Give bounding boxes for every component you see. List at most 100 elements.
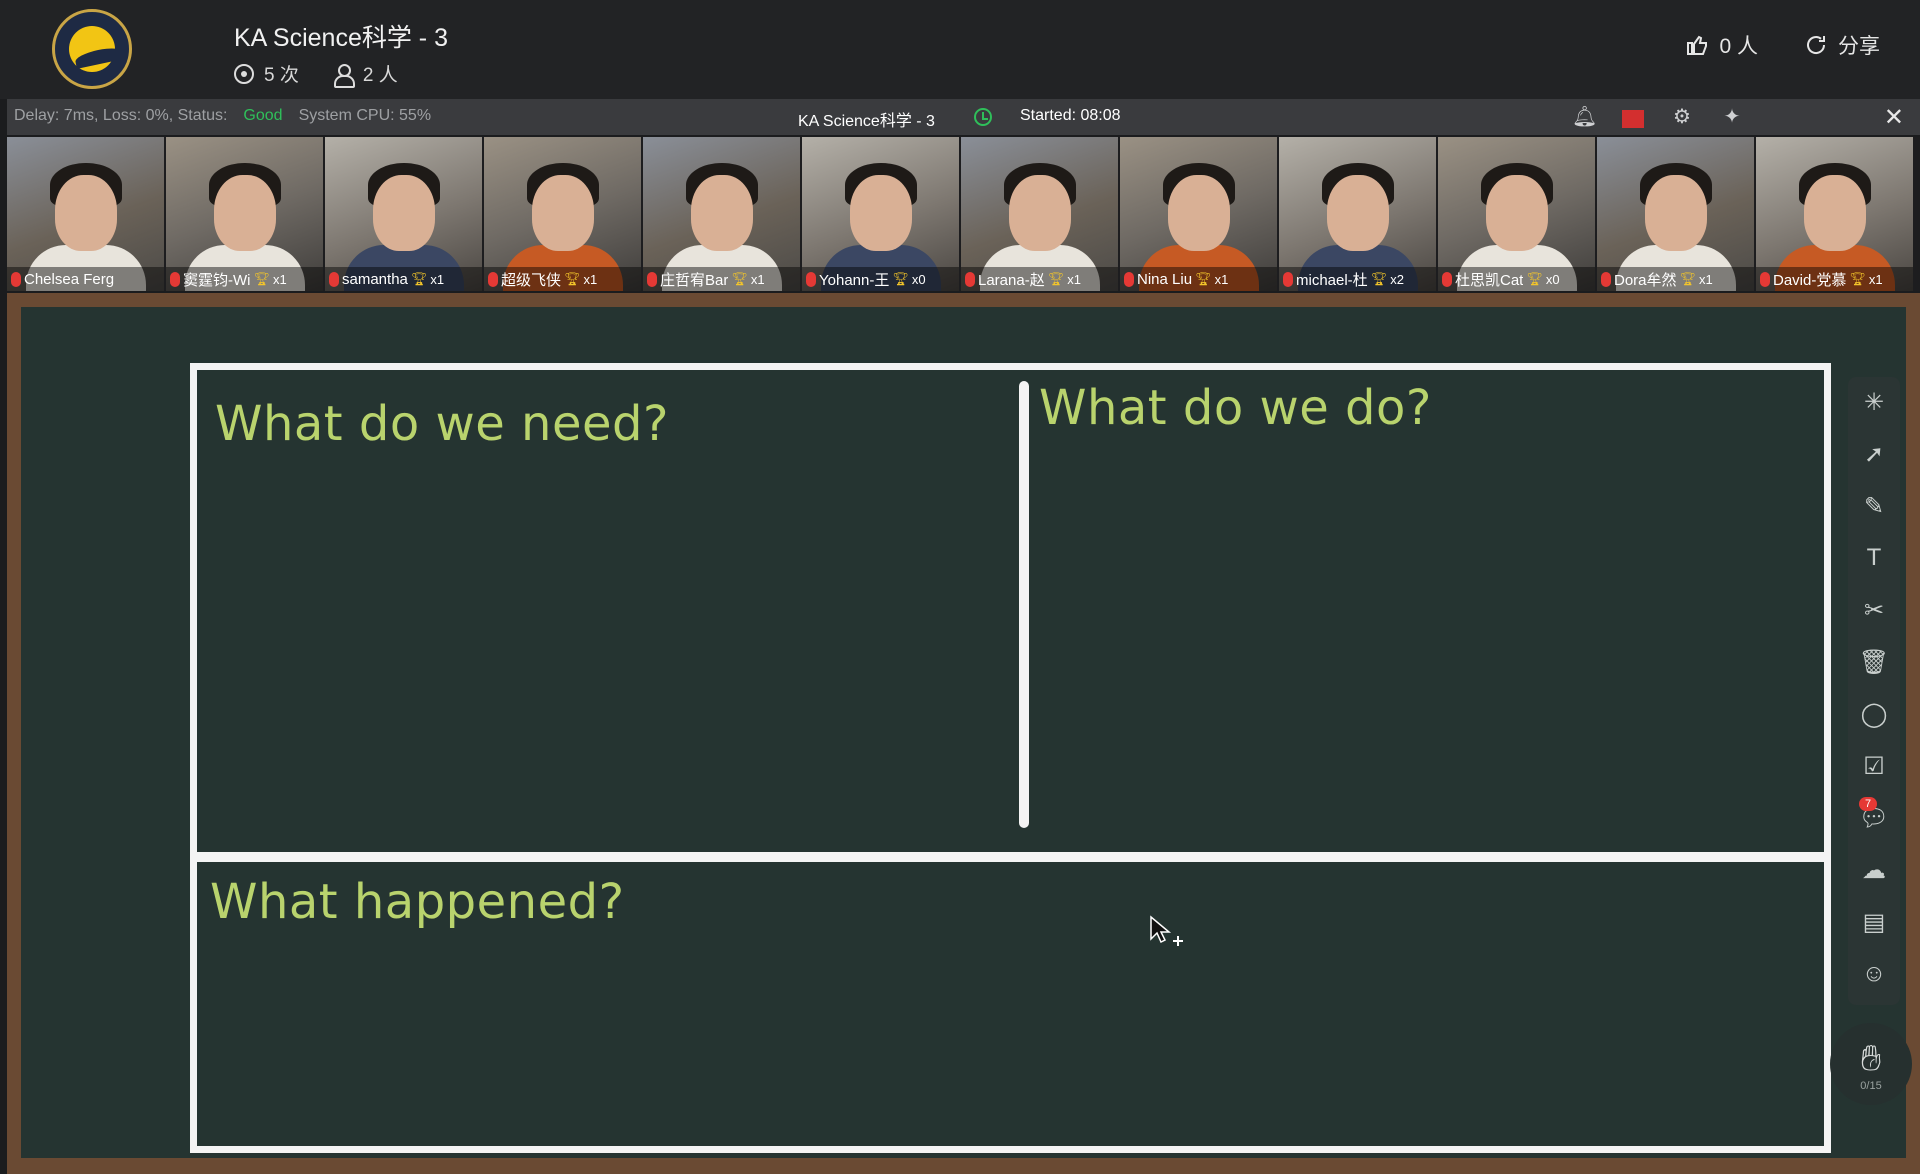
course-stats: 5 次 2 人 [234,60,398,88]
participant-face [213,175,276,251]
mic-icon [806,271,816,287]
question-what-we-do: What do we do? [1039,380,1432,436]
participant-video-tile[interactable]: Dora牟然 🏆︎ x1 [1597,137,1754,291]
participant-face [372,175,435,251]
classroom-status-bar: Delay: 7ms, Loss: 0%, Status: Good Syste… [7,99,1920,135]
delay-text: Delay: 7ms, Loss: 0%, Status: [14,107,228,124]
participant-video-tile[interactable]: Chelsea Ferg [7,137,164,291]
participant-face [1803,175,1866,251]
mic-icon [1760,271,1770,287]
participant-caption: 杜思凯Cat 🏆︎ x0 [1438,267,1595,291]
laser-pointer-icon[interactable]: ✳ [1855,383,1893,421]
select-move-icon[interactable]: ➚ [1855,435,1893,473]
trophy-count: x1 [273,271,287,287]
participant-face [1485,175,1548,251]
participant-video-tile[interactable]: samantha 🏆︎ x1 [325,137,482,291]
move-cursor-icon [1150,915,1183,946]
participant-video-tile[interactable]: Yohann-王 🏆︎ x0 [802,137,959,291]
mic-icon [1601,271,1611,287]
mic-icon [965,271,975,287]
quiz-icon[interactable]: ☑ [1855,747,1893,785]
close-icon[interactable]: ✕ [1884,103,1904,132]
window-controls: 🔔︎ ⚙ ✦ [1572,105,1744,129]
status-good: Good [243,107,283,124]
course-title: KA Science科学 - 3 [234,24,448,52]
participant-caption: Chelsea Ferg [7,267,164,291]
participant-face [1008,175,1071,251]
participant-caption: michael-杜 🏆︎ x2 [1279,267,1436,291]
participant-name: 庄哲宥Bar [660,271,729,289]
participant-caption: Nina Liu 🏆︎ x1 [1120,267,1277,291]
share-icon [1807,36,1826,54]
trophy-icon: 🏆︎ [1526,271,1543,286]
participant-video-tile[interactable]: Larana-赵 🏆︎ x1 [961,137,1118,291]
participant-name: 超级飞侠 [501,271,562,289]
school-logo [52,9,132,89]
like-button[interactable]: 0 人 [1685,30,1758,60]
participant-name: Nina Liu [1137,270,1193,288]
cloud-icon[interactable]: ☁ [1855,851,1893,889]
participant-video-tile[interactable]: 庄哲宥Bar 🏆︎ x1 [643,137,800,291]
worksheet-frame: What do we need? What do we do? What hap… [190,363,1831,1153]
scissors-icon[interactable]: ✂ [1855,591,1893,629]
raise-hand-button[interactable]: ✋︎ 0/15 [1830,1023,1912,1105]
trophy-icon: 🏆︎ [731,271,748,286]
participant-video-tile[interactable]: David-党慕 🏆︎ x1 [1756,137,1913,291]
views-count: 5 次 [264,65,299,86]
video-strip: Chelsea Ferg 窦霆钧-Wi 🏆︎ x1 samantha 🏆︎ x1 超级飞侠 🏆︎… [7,137,1920,291]
raise-hand-count: 0/15 [1860,1079,1882,1092]
participant-video-tile[interactable]: michael-杜 🏆︎ x2 [1279,137,1436,291]
trash-icon[interactable]: 🗑︎ [1855,643,1893,681]
mic-icon [1442,271,1452,287]
trophy-icon: 🏆︎ [1047,271,1065,286]
participant-name: Larana-赵 [978,271,1045,289]
share-button[interactable]: 分享 [1804,30,1880,60]
mic-icon [170,271,180,287]
bell-icon[interactable]: 🔔︎ [1572,105,1597,129]
participant-video-tile[interactable]: 窦霆钧-Wi 🏆︎ x1 [166,137,323,291]
pin-icon[interactable]: ✦ [1720,105,1744,129]
trophy-icon: 🏆︎ [410,271,428,286]
started-time: Started: 08:08 [1020,107,1121,124]
trophy-count: x1 [583,271,598,287]
mic-icon [329,271,339,287]
audio-icon[interactable]: ◯ [1855,695,1893,733]
trophy-count: x0 [1545,271,1560,287]
thumbs-up-icon [1687,35,1708,55]
trophy-count: x1 [430,271,445,287]
participant-face [1326,175,1389,251]
participant-name: 窦霆钧-Wi [183,271,251,289]
hand-icon: ✋︎ [1860,1036,1882,1078]
like-count: 0 人 [1719,35,1758,58]
record-icon[interactable] [1622,109,1644,128]
pen-icon[interactable]: ✎ [1855,487,1893,525]
gear-icon[interactable]: ⚙ [1670,105,1694,129]
participant-name: Yohann-王 [819,271,890,289]
chat-icon[interactable]: 💬︎ 7 [1855,797,1893,837]
trophy-icon: 🏆︎ [1370,271,1388,286]
participant-video-tile[interactable]: Nina Liu 🏆︎ x1 [1120,137,1277,291]
trophy-count: x1 [1067,271,1081,287]
participant-name: David-党慕 [1773,271,1847,289]
text-icon[interactable]: T [1855,539,1893,577]
trophy-count: x1 [750,271,765,287]
trophy-icon: 🏆︎ [564,271,581,286]
participant-video-tile[interactable]: 超级飞侠 🏆︎ x1 [484,137,641,291]
cpu-text: System CPU: 55% [298,107,432,124]
participant-video-tile[interactable]: 杜思凯Cat 🏆︎ x0 [1438,137,1595,291]
participant-name: 杜思凯Cat [1455,271,1524,289]
mic-icon [647,271,657,287]
attendees-stat: 2 人 [333,60,398,88]
trophy-count: x1 [1868,271,1883,287]
participant-face [1644,175,1707,251]
toolbox-icon[interactable]: ▤ [1855,903,1893,941]
horizontal-divider [197,852,1824,862]
participant-caption: Dora牟然 🏆︎ x1 [1597,267,1754,291]
mic-icon [488,271,498,287]
participant-face [54,175,117,251]
views-stat: 5 次 [234,60,299,87]
students-icon[interactable]: ☺ [1855,955,1893,993]
participant-face [849,175,912,251]
participant-caption: Yohann-王 🏆︎ x0 [802,267,959,291]
trophy-icon: 🏆︎ [1849,271,1866,286]
